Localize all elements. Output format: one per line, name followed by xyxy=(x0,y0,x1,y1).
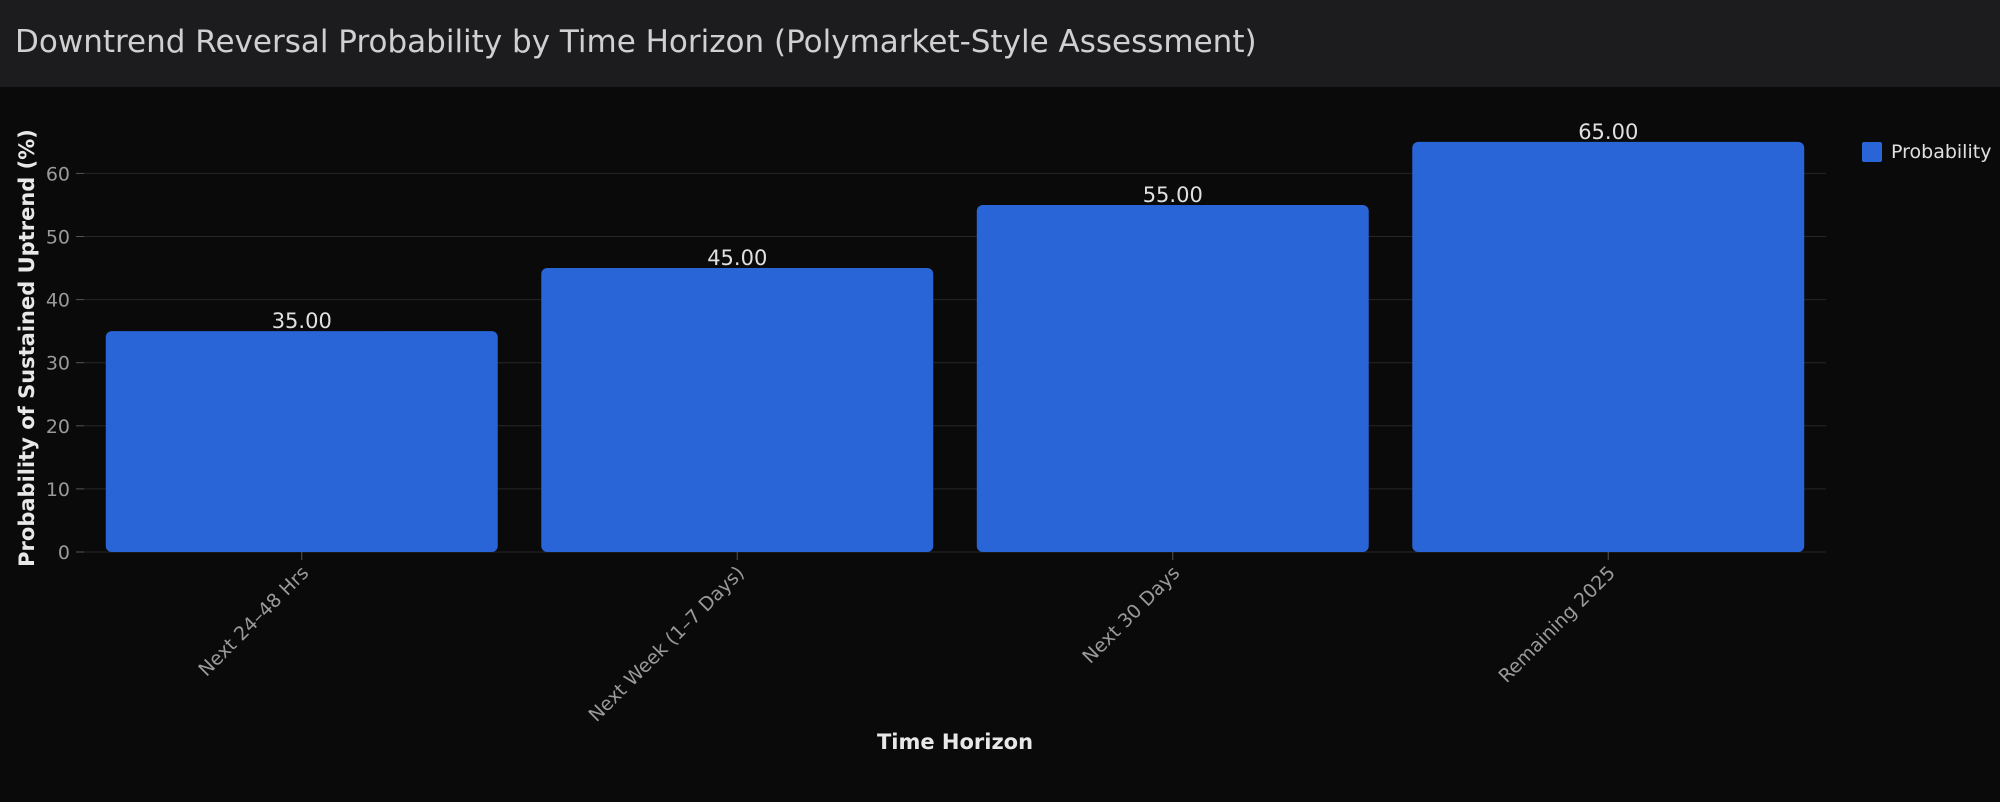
y-tick-label: 40 xyxy=(46,290,70,312)
bar[interactable] xyxy=(541,268,934,552)
bar[interactable] xyxy=(105,331,498,552)
bars xyxy=(105,141,1805,552)
chart-area: 0 10 20 30 40 50 60 35.00 45.00 55.00 65.00 Next … xyxy=(0,87,2000,798)
y-tick-label: 20 xyxy=(46,416,70,438)
chart-title: Downtrend Reversal Probability by Time H… xyxy=(15,24,1257,60)
y-tick-label: 0 xyxy=(58,542,70,564)
legend: Probability xyxy=(1862,141,1991,163)
x-tick-label: Next 24–48 Hrs xyxy=(194,562,313,681)
bar[interactable] xyxy=(1412,141,1805,552)
bar-value-label: 35.00 xyxy=(272,309,332,333)
y-tick-label: 60 xyxy=(46,163,70,185)
bar-chart: 0 10 20 30 40 50 60 35.00 45.00 55.00 65.00 Next … xyxy=(15,120,1991,754)
x-axis-label: Time Horizon xyxy=(877,730,1033,754)
chart-header: Downtrend Reversal Probability by Time H… xyxy=(0,0,2000,87)
y-tick-label: 30 xyxy=(46,353,70,375)
x-tick-label: Next Week (1–7 Days) xyxy=(584,562,748,726)
legend-label: Probability xyxy=(1891,141,1991,163)
bar-value-label: 45.00 xyxy=(707,246,767,270)
bar[interactable] xyxy=(976,204,1369,552)
y-axis-ticks: 0 10 20 30 40 50 60 xyxy=(46,163,84,564)
bar-value-label: 55.00 xyxy=(1143,183,1203,207)
y-axis-label: Probability of Sustained Uptrend (%) xyxy=(15,129,39,567)
legend-swatch xyxy=(1862,142,1882,162)
bar-value-label: 65.00 xyxy=(1578,120,1638,144)
x-tick-label: Remaining 2025 xyxy=(1494,562,1619,687)
y-tick-label: 50 xyxy=(46,227,70,249)
y-tick-label: 10 xyxy=(46,479,70,501)
x-tick-label: Next 30 Days xyxy=(1078,562,1184,668)
x-axis-ticks: Next 24–48 Hrs Next Week (1–7 Days) Next 3… xyxy=(194,552,1620,726)
